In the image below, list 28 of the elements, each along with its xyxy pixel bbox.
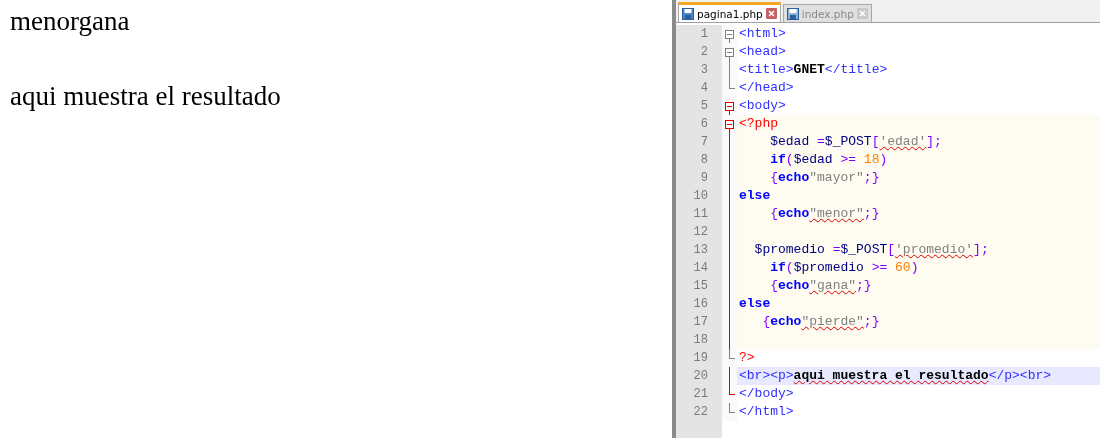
file-tab[interactable]: pagina1.php [678, 2, 781, 22]
code-line: </body> [739, 386, 794, 401]
code-line: <html> [739, 26, 786, 41]
code-line: <?php [739, 116, 778, 131]
close-icon[interactable] [765, 8, 777, 19]
code-line: if($promedio >= 60) [769, 260, 919, 275]
code-line: <head> [739, 44, 786, 59]
code-line: {echo"mayor";} [769, 170, 880, 185]
code-line: $edad =$_POST['edad']; [769, 134, 942, 149]
code-line: else [739, 296, 771, 311]
code-line: ?> [739, 350, 755, 365]
code-line: </html> [739, 404, 794, 419]
fold-toggle-icon[interactable] [725, 48, 734, 61]
output-text: aqui muestra el resultado [10, 80, 281, 113]
fold-toggle-icon[interactable] [725, 120, 734, 133]
code-line: {echo"gana";} [769, 278, 872, 293]
code-line: {echo"pierde";} [761, 314, 880, 329]
code-line: else [739, 188, 771, 203]
code-line: </head> [739, 80, 794, 95]
fold-toggle-icon[interactable] [725, 30, 734, 43]
fold-toggle-icon[interactable] [725, 102, 734, 115]
code-line: <title>GNET</title> [739, 62, 888, 77]
output-text: menorgana [10, 5, 130, 38]
code-line: <br><p>aqui muestra el resultado</p><br> [739, 368, 1052, 383]
code-line: {echo"menor";} [769, 206, 880, 221]
code-line: if($edad >= 18) [769, 152, 888, 167]
code-line: <body> [739, 98, 786, 113]
code-line: $promedio =$_POST['promedio']; [753, 242, 989, 257]
